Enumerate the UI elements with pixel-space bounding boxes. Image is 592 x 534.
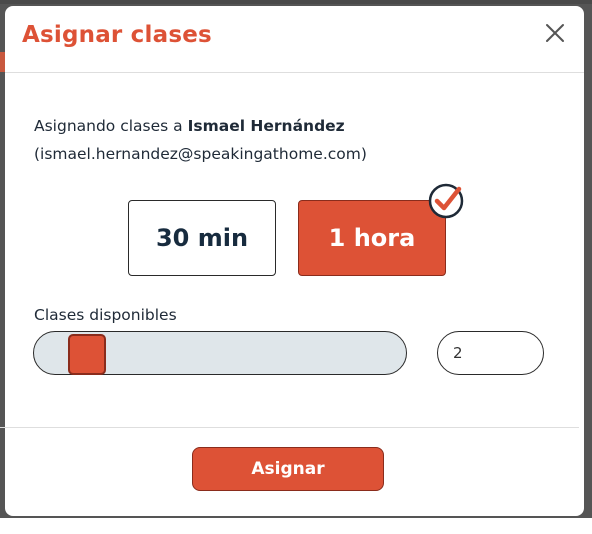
checkmark-badge-icon	[428, 183, 464, 219]
backdrop	[0, 0, 592, 4]
assignment-info: Asignando clases a Ismael Hernández (ism…	[34, 112, 367, 168]
close-button[interactable]	[541, 19, 569, 47]
footer-divider	[0, 427, 579, 428]
classes-count-input[interactable]	[437, 331, 544, 375]
backdrop-bottom	[0, 518, 592, 534]
student-name: Ismael Hernández	[187, 117, 345, 135]
assign-button[interactable]: Asignar	[192, 447, 384, 491]
slider-thumb[interactable]	[68, 334, 106, 375]
available-classes-label: Clases disponibles	[34, 306, 177, 324]
assignment-prefix: Asignando clases a	[34, 117, 188, 135]
student-email: (ismael.hernandez@speakingathome.com)	[34, 145, 367, 163]
dialog-title: Asignar clases	[22, 22, 212, 48]
assign-classes-dialog: Asignar clases	[5, 6, 584, 516]
dialog-header: Asignar clases	[5, 6, 584, 73]
duration-1hora-button[interactable]: 1 hora	[298, 200, 446, 276]
duration-30min-button[interactable]: 30 min	[128, 200, 276, 276]
close-icon	[546, 24, 564, 42]
